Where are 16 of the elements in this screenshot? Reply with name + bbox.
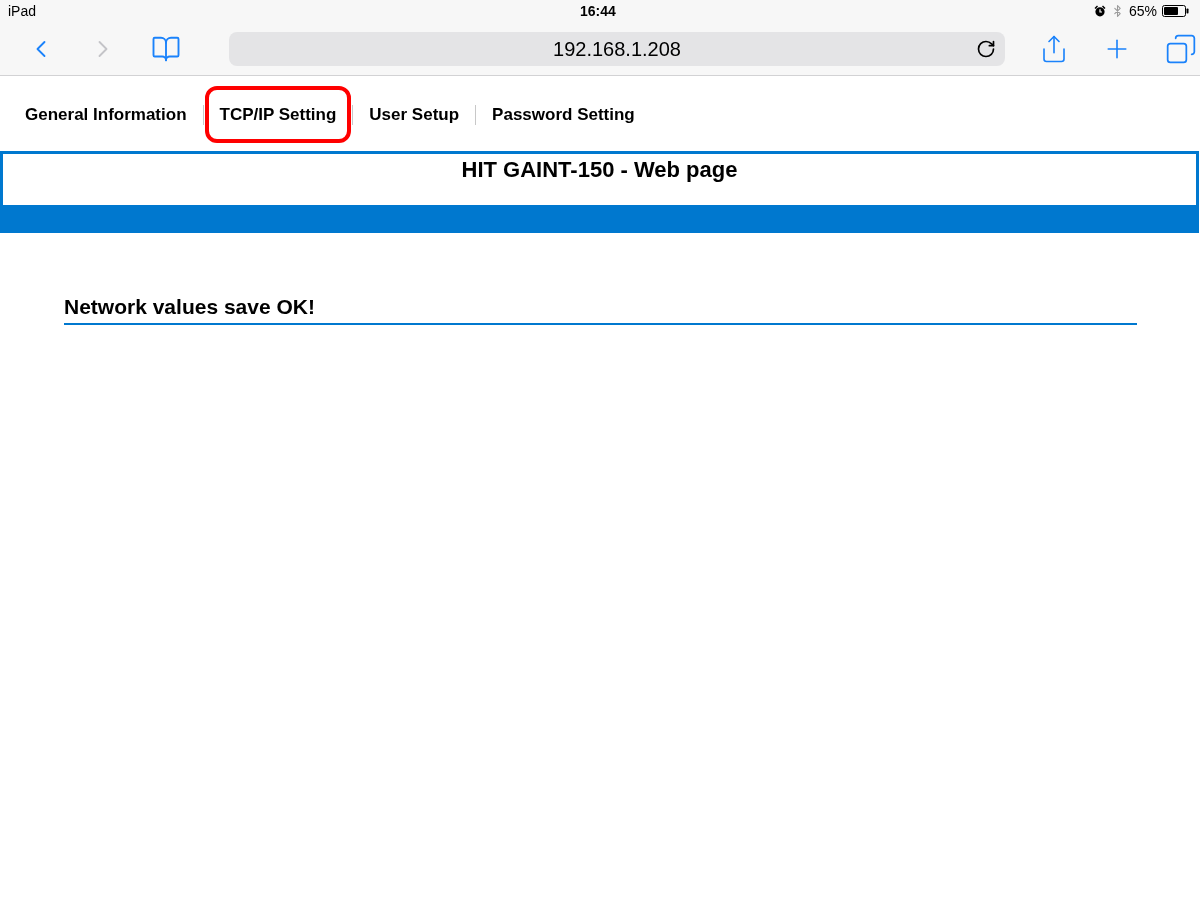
address-text: 192.168.1.208 (553, 36, 681, 62)
banner-title: HIT GAINT-150 - Web page (461, 157, 738, 184)
address-bar[interactable]: 192.168.1.208 (229, 31, 1005, 66)
reload-icon (976, 38, 996, 59)
battery-icon (1162, 5, 1189, 17)
tabs-button[interactable] (1165, 32, 1197, 65)
menu-link[interactable]: TCP/IP Setting (204, 86, 352, 143)
battery-percent: 65% (1128, 1, 1157, 21)
alarm-clock-icon (1093, 5, 1106, 17)
two-squares-icon (1165, 32, 1197, 65)
menu-link[interactable]: User Setup (354, 86, 475, 143)
menu-link[interactable]: Password Setting (477, 86, 650, 143)
device-name: iPad (8, 1, 37, 21)
clock-time: 16:44 (580, 1, 616, 21)
menu-link[interactable]: General Information (10, 86, 202, 143)
status-message: Network values save OK! (64, 295, 315, 318)
